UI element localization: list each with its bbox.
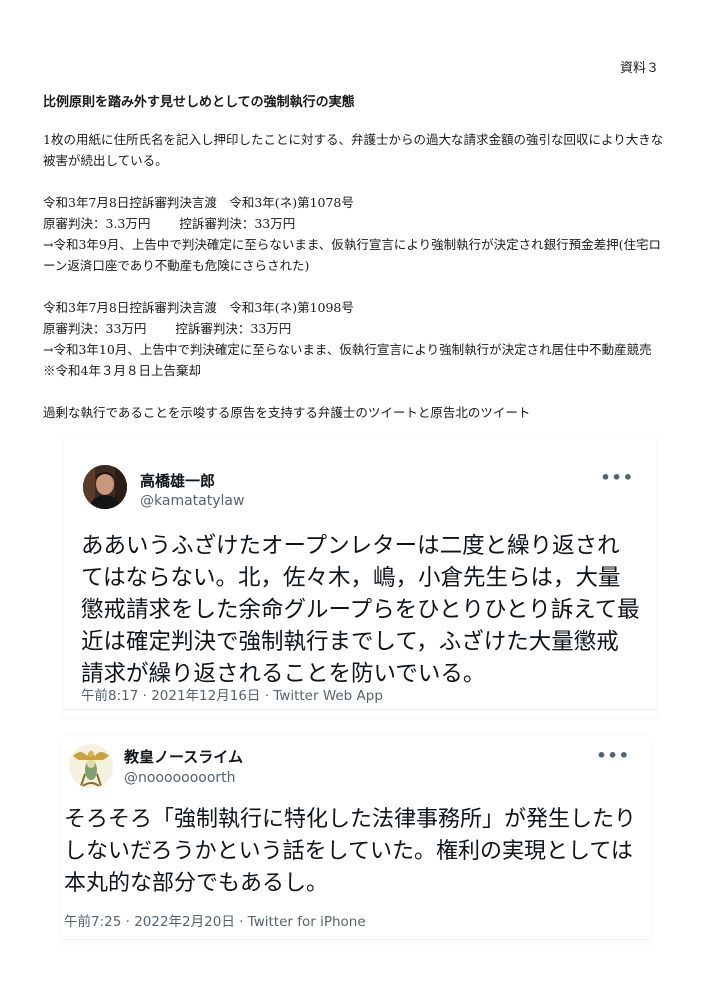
author-handle[interactable]: @kamatatylaw	[140, 493, 244, 509]
divider	[62, 939, 650, 940]
avatar[interactable]	[83, 465, 127, 509]
tweet-text: そろそろ「強制執行に特化した法律事務所」が発生したりしないだろうかという話をして…	[64, 807, 637, 896]
case1-judgments: 原審判決：3.3万円 控訴審判決：33万円	[43, 216, 296, 231]
case1-title: 令和3年7月8日控訴審判決言渡 令和3年(ネ)第1078号	[43, 195, 354, 210]
tweets-caption: 過剰な執行であることを示唆する原告を支持する弁護士のツイートと原告北のツイート	[43, 405, 531, 420]
tweet-text: ああいうふざけたオープンレターは二度と繰り返されてはならない。北，佐々木，嶋，小…	[81, 533, 640, 687]
tweet-card: 教皇ノースライム @noooooooorth ••• そろそろ「強制執行に特化し…	[62, 736, 650, 946]
document-heading: 比例原則を踏み外す見せしめとしての強制執行の実態	[43, 95, 355, 110]
more-options-icon[interactable]: •••	[596, 746, 630, 765]
tweet-timestamp[interactable]: 午前8:17 · 2021年12月16日 · Twitter Web App	[81, 684, 383, 704]
case1-outcome: →令和3年9月、上告中で判決確定に至らないまま、仮執行宣言により強制執行が決定さ…	[43, 237, 662, 273]
author-name[interactable]: 高橋雄一郎	[140, 470, 215, 491]
case2-title: 令和3年7月8日控訴審判決言渡 令和3年(ネ)第1098号	[43, 300, 354, 315]
author-name[interactable]: 教皇ノースライム	[124, 746, 243, 767]
document-intro: 1枚の用紙に住所氏名を記入し押印したことに対する、弁護士からの過大な請求金額の強…	[43, 132, 664, 168]
document-body: 比例原則を踏み外す見せしめとしての強制執行の実態 1枚の用紙に住所氏名を記入し押…	[43, 92, 668, 423]
case2-outcome: →令和3年10月、上告中で判決確定に至らないまま、仮執行宣言により強制執行が決定…	[43, 342, 665, 378]
tweet-card: 高橋雄一郎 @kamatatylaw ••• ああいうふざけたオープンレターは二…	[64, 438, 656, 718]
more-options-icon[interactable]: •••	[600, 468, 634, 487]
avatar[interactable]	[69, 744, 113, 788]
divider	[64, 709, 656, 710]
tweet-timestamp[interactable]: 午前7:25 · 2022年2月20日 · Twitter for iPhone	[64, 910, 366, 930]
document-reference-label: 資料３	[619, 61, 659, 76]
case2-judgments: 原審判決：33万円 控訴審判決：33万円	[43, 321, 292, 336]
author-handle[interactable]: @noooooooorth	[124, 770, 236, 786]
